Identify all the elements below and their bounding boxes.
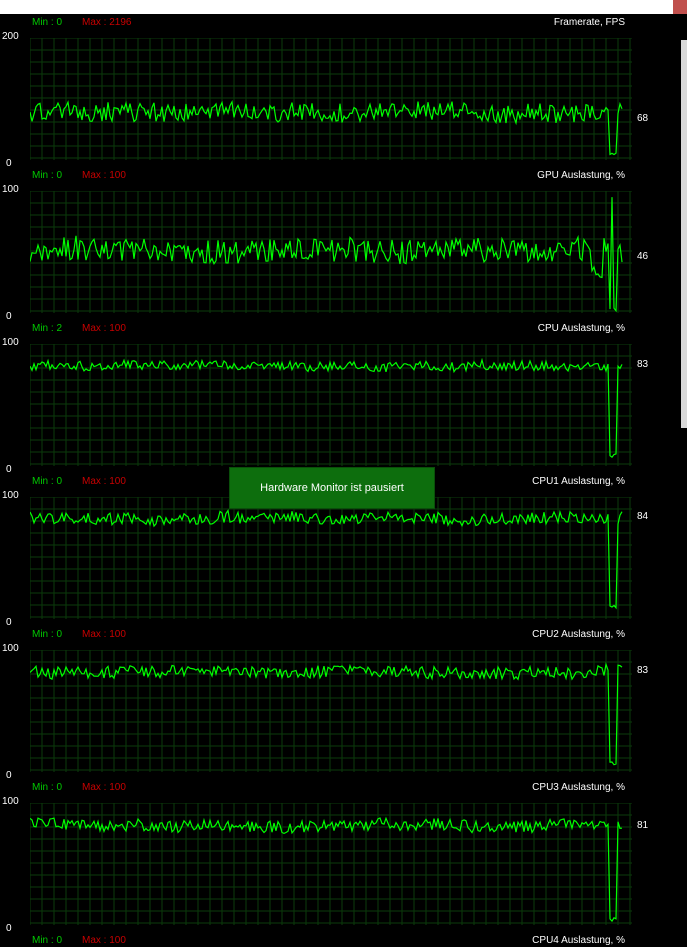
- min-label: Min : 0: [32, 782, 63, 793]
- current-value-label: 83: [637, 358, 649, 370]
- axis-max-label: 100: [2, 796, 19, 807]
- graph-title: Framerate, FPS: [553, 17, 625, 28]
- axis-max-label: 100: [2, 337, 19, 348]
- graph-title: CPU1 Auslastung, %: [532, 476, 625, 487]
- max-label: Max : 100: [82, 476, 126, 487]
- graph-title: CPU3 Auslastung, %: [532, 782, 625, 793]
- axis-max-label: 100: [2, 184, 19, 195]
- axis-min-label: 0: [6, 617, 12, 628]
- graph-plot-cpu2: [30, 650, 632, 772]
- graph-title: CPU Auslastung, %: [537, 323, 625, 334]
- graph-title: CPU4 Auslastung, %: [532, 935, 625, 946]
- current-value-label: 81: [637, 820, 649, 832]
- axis-min-label: 0: [6, 923, 12, 934]
- axis-max-label: 100: [2, 643, 19, 654]
- graph-plot-gpu: [30, 191, 632, 313]
- min-label: Min : 0: [32, 17, 63, 28]
- max-label: Max : 100: [82, 935, 126, 946]
- axis-min-label: 0: [6, 770, 12, 781]
- axis-min-label: 0: [6, 311, 12, 322]
- paused-notice: Hardware Monitor ist pausiert: [229, 467, 435, 509]
- current-value-label: 46: [637, 250, 649, 262]
- min-label: Min : 0: [32, 629, 63, 640]
- max-label: Max : 100: [82, 629, 126, 640]
- graph-plot-cpu1: [30, 497, 632, 619]
- graph-title: GPU Auslastung, %: [537, 170, 625, 181]
- scrollbar-thumb[interactable]: [681, 40, 687, 428]
- current-value-label: 84: [637, 510, 649, 522]
- graph-title: CPU2 Auslastung, %: [532, 629, 625, 640]
- max-label: Max : 100: [82, 170, 126, 181]
- axis-max-label: 100: [2, 490, 19, 501]
- graph-plot-cpu: [30, 344, 632, 466]
- graph-plot-cpu3: [30, 803, 632, 925]
- max-label: Max : 100: [82, 323, 126, 334]
- graph-plot-fps: [30, 38, 632, 160]
- max-label: Max : 2196: [82, 17, 132, 28]
- axis-max-label: 200: [2, 31, 19, 42]
- min-label: Min : 2: [32, 323, 63, 334]
- trace-line-cpu: [30, 357, 623, 459]
- current-value-label: 83: [637, 664, 649, 676]
- current-value-label: 68: [637, 112, 649, 124]
- trace-line-cpu2: [30, 662, 623, 766]
- max-label: Max : 100: [82, 782, 126, 793]
- min-label: Min : 0: [32, 935, 63, 946]
- trace-line-gpu: [30, 197, 623, 313]
- min-label: Min : 0: [32, 170, 63, 181]
- axis-min-label: 0: [6, 464, 12, 475]
- trace-line-cpu3: [30, 816, 623, 923]
- axis-min-label: 0: [6, 158, 12, 169]
- min-label: Min : 0: [32, 476, 63, 487]
